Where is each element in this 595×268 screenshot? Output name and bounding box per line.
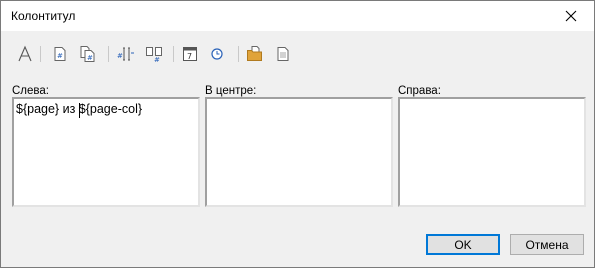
toolbar-separator xyxy=(173,46,174,62)
page-count-button[interactable]: # xyxy=(77,43,99,65)
center-section-editor[interactable] xyxy=(205,97,393,207)
font-icon xyxy=(18,45,32,62)
date-icon: 7 xyxy=(183,47,197,61)
ok-button[interactable]: OK xyxy=(426,234,500,255)
svg-text:#: # xyxy=(154,56,160,63)
right-section-label: Справа: xyxy=(398,85,441,97)
toolbar-separator xyxy=(108,46,109,62)
page-count-icon: # xyxy=(80,46,95,62)
toolbar-separator xyxy=(238,46,239,62)
svg-text:#: # xyxy=(87,54,93,62)
file-name-icon xyxy=(277,47,289,61)
center-section-label: В центре: xyxy=(205,85,257,97)
svg-text:#: # xyxy=(57,52,63,60)
insert-field-button[interactable]: # xyxy=(115,43,137,65)
section-icon: # xyxy=(146,47,162,63)
page-number-icon: # xyxy=(54,47,66,61)
left-section-label: Слева: xyxy=(12,85,49,97)
page-number-button[interactable]: # xyxy=(49,43,71,65)
file-name-button[interactable] xyxy=(272,43,294,65)
dialog-title: Колонтитул xyxy=(11,9,76,23)
right-section-editor[interactable] xyxy=(398,97,586,207)
font-button[interactable] xyxy=(14,43,36,65)
insert-field-icon: # xyxy=(117,47,134,61)
title-bar: Колонтитул xyxy=(1,1,594,31)
section-button[interactable]: # xyxy=(143,43,165,65)
footer-dialog: Колонтитул # # # # 7 Слева: В центре: Сп… xyxy=(0,0,595,268)
toolbar: # # # # 7 xyxy=(1,41,594,67)
toolbar-separator xyxy=(40,46,41,62)
time-icon xyxy=(211,48,223,60)
date-button[interactable]: 7 xyxy=(179,43,201,65)
svg-text:#: # xyxy=(117,52,123,60)
cancel-button[interactable]: Отмена xyxy=(510,234,584,255)
left-section-editor[interactable]: ${page} из ${page-col} xyxy=(12,97,200,207)
file-path-button[interactable] xyxy=(244,43,266,65)
close-button[interactable] xyxy=(548,1,594,31)
time-button[interactable] xyxy=(206,43,228,65)
text-cursor xyxy=(79,103,80,118)
file-path-icon xyxy=(247,46,262,61)
close-icon xyxy=(565,10,577,22)
svg-text:7: 7 xyxy=(187,52,192,61)
